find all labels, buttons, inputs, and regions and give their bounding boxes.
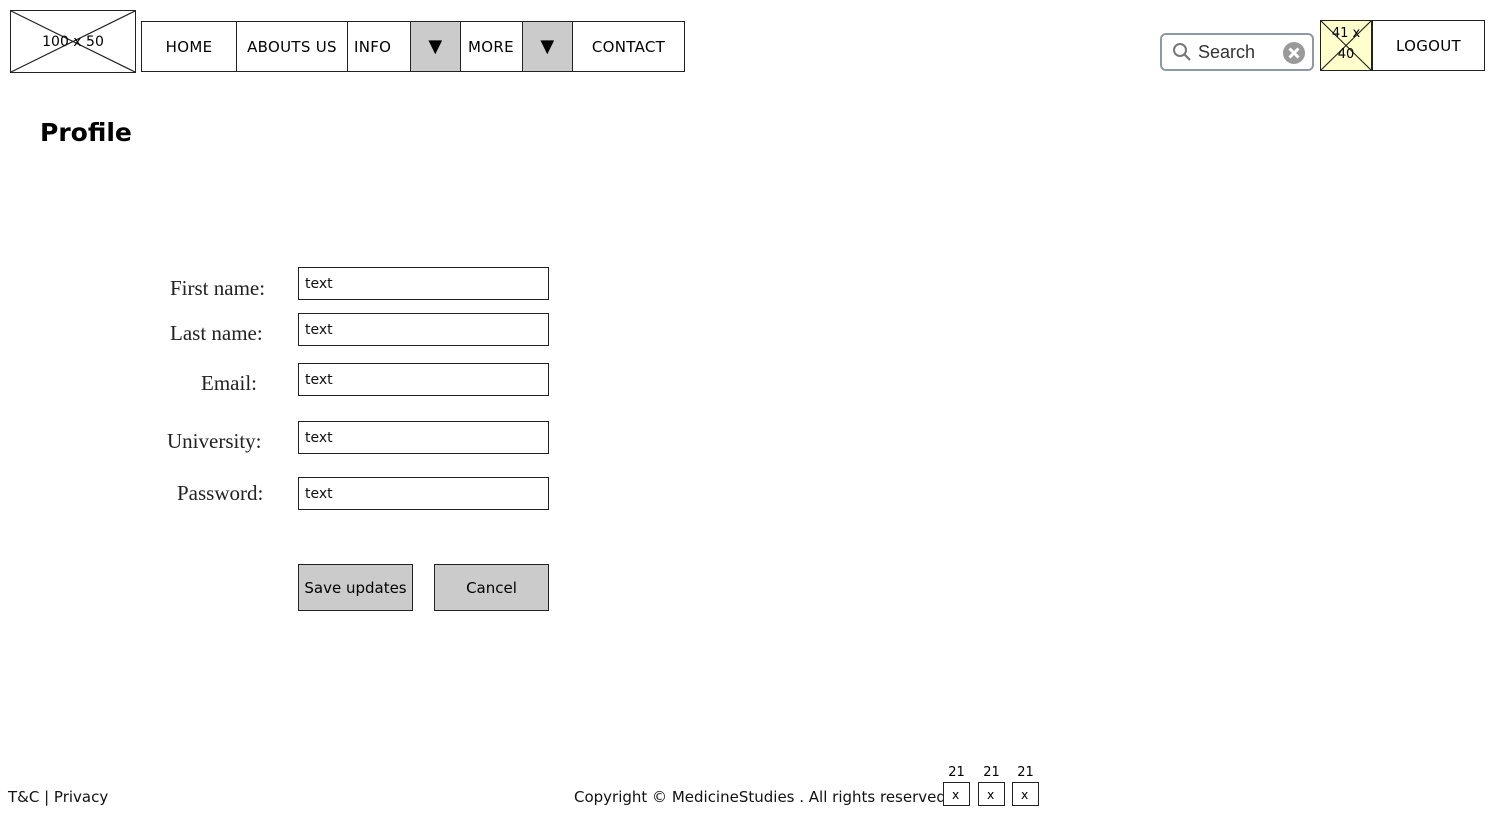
email-field[interactable]: text bbox=[298, 363, 549, 396]
footer-links[interactable]: T&C | Privacy bbox=[8, 788, 108, 806]
nav-home[interactable]: HOME bbox=[141, 21, 237, 72]
email-label: Email: bbox=[201, 371, 257, 395]
logout-button[interactable]: LOGOUT bbox=[1372, 20, 1485, 71]
search-icon bbox=[1173, 43, 1191, 61]
social-label-3: 21 bbox=[1017, 765, 1034, 780]
social-label-1: 21 bbox=[948, 765, 965, 780]
svg-text:x: x bbox=[1021, 788, 1028, 802]
nav-contact[interactable]: CONTACT bbox=[572, 21, 685, 72]
social-x-icon: x bbox=[952, 788, 959, 802]
page-title: Profile bbox=[40, 118, 132, 147]
nav-about[interactable]: ABOUTS US bbox=[235, 21, 349, 72]
first-name-field[interactable]: text bbox=[298, 267, 549, 300]
social-x-icon: x bbox=[1021, 788, 1028, 802]
last-name-label: Last name: bbox=[170, 321, 263, 345]
social-label-2: 21 bbox=[983, 765, 1000, 780]
nav-more[interactable]: MORE bbox=[460, 21, 523, 72]
more-dropdown-icon[interactable]: ▼ bbox=[521, 21, 574, 72]
social-x-icon: x bbox=[987, 788, 994, 802]
university-label: University: bbox=[167, 429, 262, 453]
save-updates-button[interactable]: Save updates bbox=[298, 564, 413, 611]
clear-search-icon[interactable] bbox=[1282, 41, 1306, 65]
main-nav: HOME ABOUTS US INFO ▼ MORE ▼ CONTACT bbox=[141, 21, 685, 72]
password-field[interactable]: text bbox=[298, 477, 549, 510]
social-icon[interactable]: x bbox=[1012, 782, 1039, 806]
nav-info[interactable]: INFO bbox=[347, 21, 411, 72]
social-icon[interactable]: x bbox=[943, 782, 970, 806]
password-label: Password: bbox=[177, 481, 264, 505]
university-field[interactable]: text bbox=[298, 421, 549, 454]
avatar-label-top: 41 x bbox=[1331, 26, 1361, 41]
info-dropdown-icon[interactable]: ▼ bbox=[409, 21, 462, 72]
logo-label: 100 x 50 bbox=[42, 34, 104, 50]
search-input[interactable]: Search bbox=[1198, 42, 1255, 63]
avatar[interactable]: 41 x 40 bbox=[1320, 20, 1372, 71]
cancel-button[interactable]: Cancel bbox=[434, 564, 549, 611]
first-name-label: First name: bbox=[170, 276, 266, 300]
copyright-text: Copyright © MedicineStudies . All rights… bbox=[574, 788, 951, 806]
last-name-field[interactable]: text bbox=[298, 313, 549, 346]
svg-text:x: x bbox=[952, 788, 959, 802]
svg-text:x: x bbox=[987, 788, 994, 802]
avatar-label-bottom: 40 bbox=[1337, 47, 1355, 62]
logo-placeholder[interactable]: 100 x 50 bbox=[10, 10, 136, 73]
social-icon[interactable]: x bbox=[978, 782, 1005, 806]
search-box[interactable]: Search bbox=[1160, 33, 1314, 71]
